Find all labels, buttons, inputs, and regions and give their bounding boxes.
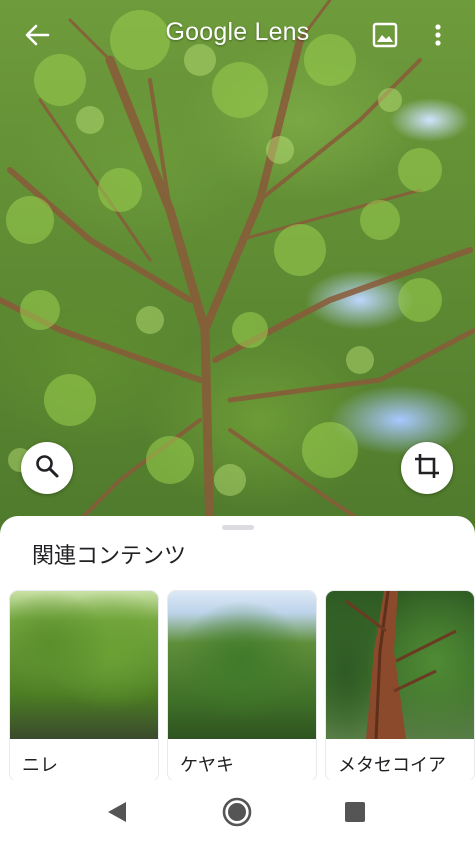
image-gallery-icon: [372, 22, 398, 52]
crop-button[interactable]: [401, 442, 453, 494]
triangle-back-icon: [108, 802, 126, 822]
system-navigation-bar: [0, 780, 475, 844]
more-vert-icon: [434, 23, 442, 51]
result-thumbnail: [168, 591, 316, 739]
nav-recents-button[interactable]: [345, 802, 365, 822]
more-options-button[interactable]: [428, 22, 448, 52]
trunk-illustration: [345, 591, 457, 740]
result-card[interactable]: ニレ: [10, 591, 158, 781]
result-label: ニレ: [22, 755, 58, 776]
app-title: Google Lens: [165, 18, 310, 46]
result-card[interactable]: ケヤキ: [168, 591, 316, 781]
crop-icon: [413, 452, 441, 484]
drag-handle[interactable]: [222, 525, 254, 530]
search-button[interactable]: [21, 442, 73, 494]
results-carousel[interactable]: ニレ ケヤキ メタセコイア: [10, 591, 475, 781]
result-label: ケヤキ: [180, 755, 234, 776]
top-app-bar: Google Lens: [0, 0, 475, 72]
search-icon: [34, 453, 60, 483]
result-label: メタセコイア: [338, 755, 446, 776]
gallery-button[interactable]: [370, 22, 400, 52]
result-card[interactable]: メタセコイア: [326, 591, 474, 781]
circle-home-icon: [222, 797, 252, 827]
section-title: 関連コンテンツ: [32, 544, 187, 569]
nav-home-button[interactable]: [222, 797, 252, 831]
result-thumbnail: [326, 591, 474, 740]
result-thumbnail: [10, 591, 158, 739]
nav-back-button[interactable]: [106, 800, 128, 828]
